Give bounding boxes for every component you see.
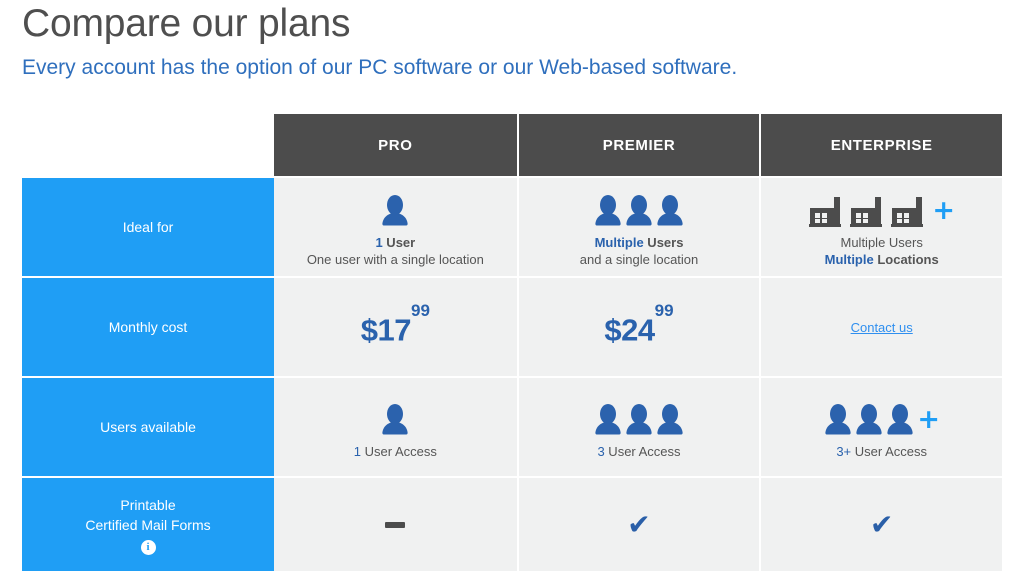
cell-ideal-for-premier: Multiple Users and a single location (516, 176, 760, 276)
price-cents: 99 (654, 301, 674, 321)
cell-price-pro: $1799 (274, 276, 517, 376)
plan-column-premier: PREMIER (516, 114, 760, 176)
price-cents: 99 (410, 301, 430, 321)
cell-caption-line-1: Multiple Users (595, 234, 684, 251)
checkmark-icon: ✔ (627, 507, 651, 541)
caption-text: and a single location (579, 252, 699, 267)
cell-users-enterprise: + 3+ User Access (759, 376, 1003, 476)
price-amount: 24 (621, 312, 655, 348)
person-icon (593, 194, 623, 228)
person-icon (885, 403, 915, 437)
row-label-users-available: Users available (22, 376, 274, 476)
building-icon (890, 194, 928, 228)
caption-highlight: 3 (597, 443, 605, 459)
price-currency: $ (604, 312, 622, 348)
building-icon-group: + (808, 186, 955, 228)
pricing-comparison-page: Compare our plans Every account has the … (0, 0, 1024, 571)
caption-highlight: 1 (353, 443, 362, 459)
cell-users-pro: 1 User Access (274, 376, 517, 476)
plan-column-pro: PRO (274, 114, 517, 176)
caption-highlight: Multiple (824, 252, 874, 267)
plan-header-enterprise[interactable]: ENTERPRISE (759, 114, 1003, 176)
cell-ideal-for-pro: 1 User One user with a single location (274, 176, 517, 276)
caption-highlight: Multiple (594, 235, 644, 250)
person-icon (380, 403, 410, 437)
cell-caption-line-1: 3+ User Access (836, 443, 927, 460)
dash-icon (385, 521, 406, 528)
cell-caption-line-1: 1 User Access (354, 443, 437, 460)
row-label-text-line-1: Printable (120, 496, 176, 513)
plan-column-enterprise: ENTERPRISE (759, 114, 1003, 176)
building-icon (849, 194, 887, 228)
person-icon (823, 403, 853, 437)
price-value: $1799 (360, 301, 430, 348)
cell-caption-line-2: One user with a single location (307, 251, 484, 268)
price-value: $2499 (604, 301, 673, 348)
table-row-ideal-for: Ideal for 1 User One user with a single … (22, 176, 1003, 276)
cell-forms-premier: ✔ (516, 476, 760, 571)
cell-caption-line-2: and a single location (580, 251, 699, 268)
cell-caption-line-1: 3 User Access (597, 443, 680, 460)
cell-price-enterprise: Contact us (759, 276, 1003, 376)
plan-header-premier[interactable]: PREMIER (516, 114, 760, 176)
plan-comparison-table: PRO PREMIER ENTERPRISE Ideal for 1 User … (22, 114, 1003, 571)
price-currency: $ (360, 312, 378, 348)
person-icon (854, 403, 884, 437)
contact-us-link[interactable]: Contact us (851, 320, 913, 335)
cell-forms-enterprise: ✔ (759, 476, 1003, 571)
table-header-row: PRO PREMIER ENTERPRISE (22, 114, 1003, 176)
table-row-monthly-cost: Monthly cost $1799 $2499 Contact us (22, 276, 1003, 376)
plan-header-pro[interactable]: PRO (274, 114, 517, 176)
caption-highlight: 1 (375, 235, 383, 250)
building-icon (808, 194, 846, 228)
person-icon-group (380, 186, 410, 228)
caption-rest: Locations (873, 252, 939, 267)
row-label-text: Monthly cost (108, 319, 188, 335)
row-label-monthly-cost: Monthly cost (22, 276, 274, 376)
page-subtitle: Every account has the option of our PC s… (22, 56, 738, 79)
row-label-text: Users available (100, 419, 196, 435)
info-icon[interactable]: i (140, 539, 156, 555)
page-heading: Compare our plans Every account has the … (22, 0, 1002, 82)
person-icon-group (380, 395, 410, 437)
price-amount: 17 (377, 312, 412, 348)
row-label-text-line-2: Certified Mail Forms (85, 516, 211, 533)
person-icon-group: + (823, 395, 940, 437)
caption-rest: Users (643, 235, 684, 250)
row-label-printable-forms: Printable Certified Mail Forms i (22, 476, 274, 571)
person-icon (655, 194, 685, 228)
person-icon (624, 194, 654, 228)
row-label-ideal-for: Ideal for (22, 176, 274, 276)
cell-price-premier: $2499 (516, 276, 760, 376)
checkmark-icon: ✔ (869, 507, 894, 541)
person-icon (655, 403, 685, 437)
person-icon (593, 403, 623, 437)
person-icon-group (593, 395, 685, 437)
plus-icon: + (932, 195, 955, 226)
caption-text: Multiple Users (840, 235, 923, 250)
header-corner-cell (22, 114, 274, 176)
person-icon (624, 403, 654, 437)
person-icon (380, 194, 410, 228)
cell-users-premier: 3 User Access (516, 376, 760, 476)
page-title: Compare our plans (22, 2, 351, 45)
cell-caption-line-2: Multiple Locations (825, 251, 939, 268)
caption-text: One user with a single location (306, 252, 484, 267)
caption-rest: User (382, 235, 416, 250)
plus-icon: + (917, 403, 940, 435)
cell-caption-line-1: Multiple Users (841, 234, 923, 251)
table-row-printable-forms: Printable Certified Mail Forms i ✔ ✔ (22, 476, 1003, 571)
caption-rest: User Access (361, 443, 437, 459)
caption-rest: User Access (604, 443, 681, 459)
cell-forms-pro (274, 476, 517, 571)
table-row-users-available: Users available 1 User Access 3 User Acc… (22, 376, 1003, 476)
caption-highlight: 3+ (836, 443, 852, 459)
cell-ideal-for-enterprise: + Multiple Users Multiple Locations (759, 176, 1003, 276)
person-icon-group (593, 186, 685, 228)
caption-rest: User Access (851, 443, 928, 459)
cell-caption-line-1: 1 User (375, 234, 415, 251)
row-label-text: Ideal for (122, 219, 174, 235)
